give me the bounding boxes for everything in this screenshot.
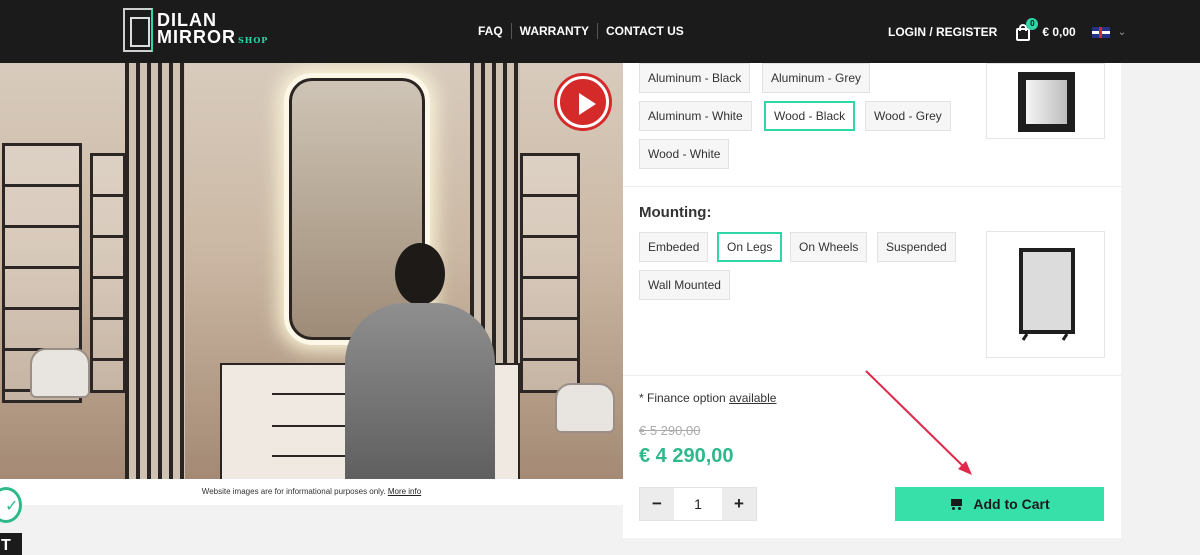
- black-wood-frame-image: [1018, 72, 1075, 132]
- cart-icon: [949, 498, 963, 510]
- shelf-right: [520, 153, 580, 393]
- current-price: € 4 290,00: [639, 445, 734, 467]
- slat-partition-left: [125, 63, 185, 479]
- logo-mark-icon: [123, 8, 153, 52]
- mount-wall-mounted[interactable]: Wall Mounted: [639, 270, 730, 300]
- product-image[interactable]: [0, 63, 623, 479]
- finance-available-link[interactable]: available: [729, 391, 776, 405]
- quantity-decrease-button[interactable]: −: [640, 488, 674, 520]
- option-aluminum-white[interactable]: Aluminum - White: [639, 101, 752, 131]
- login-register-link[interactable]: LOGIN / REGISTER: [888, 25, 997, 39]
- quantity-stepper: − 1 +: [639, 487, 757, 521]
- main-nav: FAQ WARRANTY CONTACT US: [470, 23, 692, 39]
- nav-contact-us[interactable]: CONTACT US: [598, 24, 692, 38]
- mount-on-wheels[interactable]: On Wheels: [790, 232, 868, 262]
- nav-faq[interactable]: FAQ: [470, 24, 511, 38]
- mount-embeded[interactable]: Embeded: [639, 232, 709, 262]
- side-badge[interactable]: T: [0, 533, 22, 555]
- add-to-cart-label: Add to Cart: [973, 496, 1050, 512]
- logo-shop-label: SHOP: [238, 34, 269, 45]
- quantity-input[interactable]: 1: [674, 488, 722, 520]
- cart-count-badge: 0: [1026, 18, 1039, 30]
- quantity-increase-button[interactable]: +: [722, 488, 756, 520]
- option-wood-white[interactable]: Wood - White: [639, 139, 730, 169]
- old-price: € 5 290,00: [639, 423, 701, 438]
- shelf-left-2: [90, 153, 126, 393]
- cart-icon[interactable]: 0: [1014, 18, 1039, 41]
- uk-flag-icon[interactable]: [1091, 26, 1110, 38]
- cart-total[interactable]: € 0,00: [1042, 25, 1075, 39]
- mounting-preview: [986, 231, 1105, 358]
- option-aluminum-black[interactable]: Aluminum - Black: [639, 63, 751, 93]
- more-info-link[interactable]: More info: [388, 487, 421, 496]
- add-to-cart-button[interactable]: Add to Cart: [895, 487, 1104, 521]
- image-disclaimer: Website images are for informational pur…: [0, 479, 623, 505]
- salon-chair: [30, 348, 90, 398]
- chevron-down-icon[interactable]: ⌄: [1118, 27, 1126, 38]
- annotation-arrow-icon: [865, 370, 972, 475]
- salon-chair: [555, 383, 615, 433]
- mounting-title: Mounting:: [639, 204, 712, 221]
- section-divider: [623, 186, 1121, 187]
- option-wood-grey[interactable]: Wood - Grey: [865, 101, 951, 131]
- mount-on-legs[interactable]: On Legs: [717, 232, 783, 262]
- logo-line-2: MIRROR SHOP: [157, 26, 269, 47]
- frame-preview: [986, 63, 1105, 139]
- finance-option: * Finance option available: [639, 391, 777, 405]
- person-in-cape: [345, 243, 495, 479]
- option-wood-black[interactable]: Wood - Black: [764, 101, 856, 131]
- play-video-icon[interactable]: [557, 76, 609, 128]
- mirror-on-legs-image: [1019, 248, 1075, 341]
- header-actions: LOGIN / REGISTER 0 € 0,00 ⌄: [888, 18, 1126, 41]
- option-aluminum-grey[interactable]: Aluminum - Grey: [762, 63, 871, 93]
- site-header: DILAN MIRROR SHOP FAQ WARRANTY CONTACT US…: [0, 0, 1200, 63]
- mount-suspended[interactable]: Suspended: [877, 232, 956, 262]
- logo[interactable]: DILAN MIRROR SHOP: [123, 8, 268, 52]
- nav-warranty[interactable]: WARRANTY: [512, 24, 597, 38]
